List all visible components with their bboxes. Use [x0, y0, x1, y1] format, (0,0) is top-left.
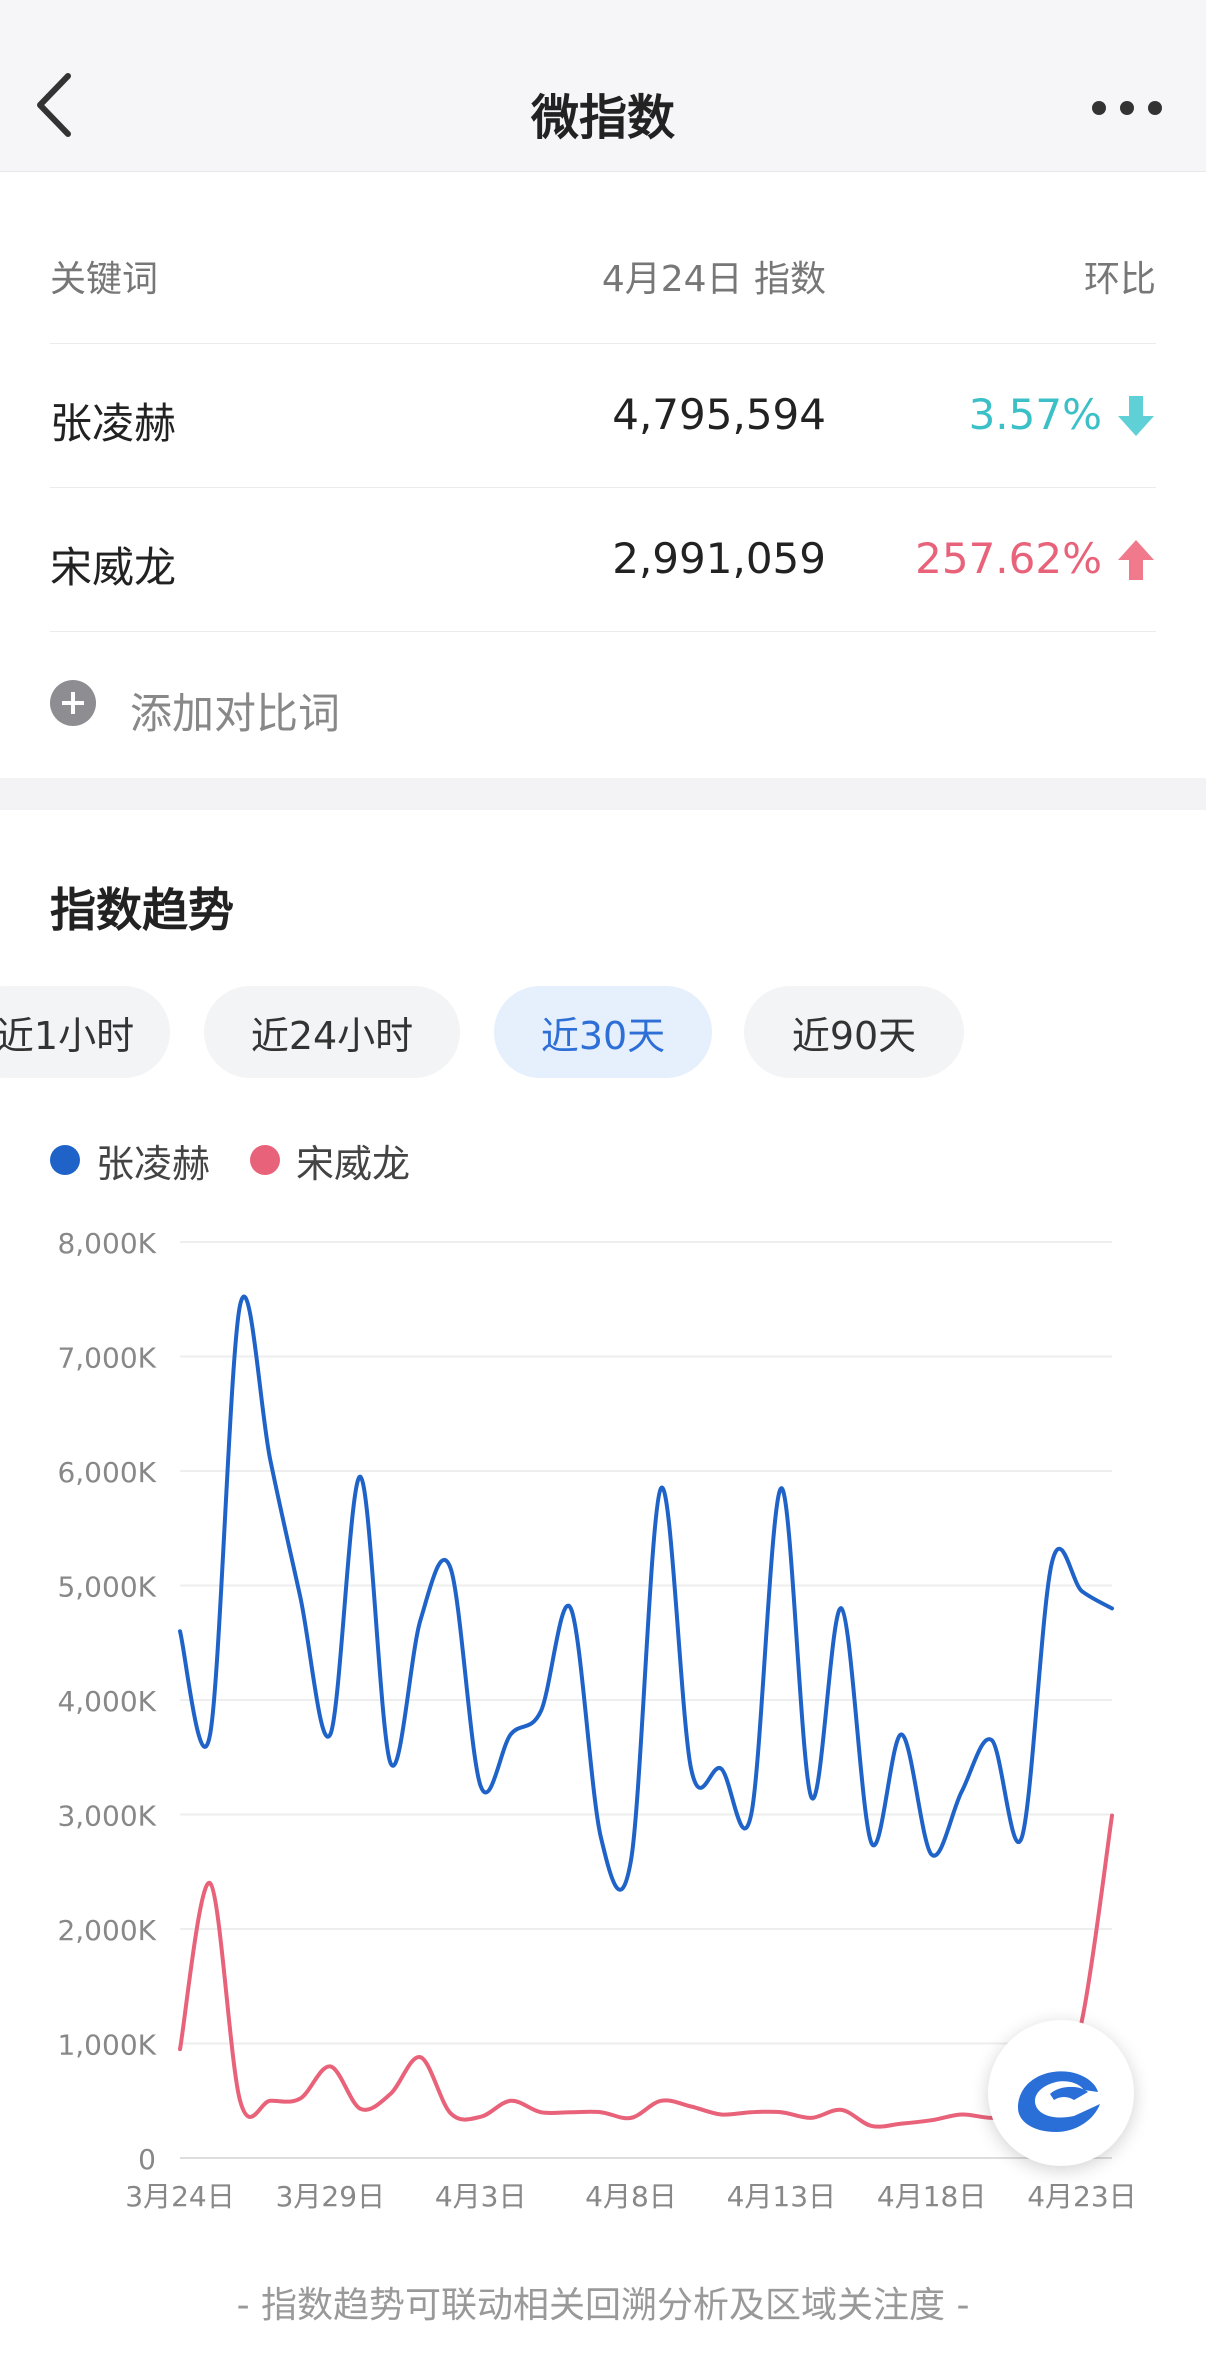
y-tick-label: 7,000K — [57, 1342, 156, 1375]
x-tick-label: 3月29日 — [276, 2180, 385, 2213]
weibo-logo-icon — [1018, 2071, 1100, 2132]
arrow-down-icon — [1118, 396, 1154, 436]
y-tick-label: 3,000K — [57, 1800, 156, 1833]
x-tick-label: 4月23日 — [1027, 2180, 1136, 2213]
trend-section-title: 指数趋势 — [50, 883, 234, 937]
keyword-change: 257.62% — [915, 534, 1102, 583]
legend-dot — [50, 1145, 80, 1175]
table-header: 关键词 4月24日 指数 环比 — [50, 172, 1156, 344]
series-line-2 — [178, 1813, 1114, 2129]
section-divider — [0, 778, 1206, 810]
keyword-index-value: 2,991,059 — [612, 534, 826, 583]
y-tick-label: 2,000K — [57, 1914, 156, 1947]
arrow-up-icon — [1118, 540, 1154, 580]
keyword-row[interactable]: 张凌赫 4,795,594 3.57% — [50, 344, 1156, 488]
more-dot — [1120, 101, 1134, 115]
tab-1-hour[interactable]: 近1小时 — [0, 986, 170, 1078]
keyword-change: 3.57% — [968, 390, 1102, 439]
y-tick-label: 6,000K — [57, 1456, 156, 1489]
keyword-name: 宋威龙 — [50, 543, 177, 592]
col-keyword-header: 关键词 — [50, 259, 159, 300]
y-tick-label: 1,000K — [57, 2029, 156, 2062]
y-tick-label: 4,000K — [57, 1685, 156, 1718]
chart-footnote: - 指数趋势可联动相关回溯分析及区域关注度 - — [236, 2285, 970, 2326]
legend-label[interactable]: 张凌赫 — [96, 1133, 210, 1188]
legend-label: 宋威龙 — [296, 1141, 411, 1186]
x-tick-label: 4月18日 — [877, 2180, 986, 2213]
tab-24-hours[interactable]: 近24小时 — [204, 986, 460, 1078]
col-change-header: 环比 — [1083, 259, 1156, 300]
chart-legend: 张凌赫 宋威龙 — [50, 1136, 450, 1186]
x-tick-label: 4月8日 — [585, 2180, 677, 2213]
x-tick-label: 4月3日 — [435, 2180, 527, 2213]
weibo-index-logo-button[interactable] — [988, 2020, 1134, 2166]
col-index-header: 4月24日 指数 — [601, 259, 826, 300]
y-tick-label: 0 — [138, 2143, 156, 2176]
page-title: 微指数 — [530, 90, 675, 146]
add-compare-word-label: 添加对比词 — [130, 689, 341, 738]
x-tick-label: 4月13日 — [727, 2180, 836, 2213]
x-tick-label: 3月24日 — [125, 2180, 234, 2213]
more-dot — [1092, 101, 1106, 115]
more-dot — [1148, 101, 1162, 115]
tab-90-days[interactable]: 近90天 — [744, 986, 964, 1078]
y-tick-label: 8,000K — [57, 1227, 156, 1260]
series-line-1 — [178, 1294, 1114, 1892]
time-range-tabs: 近1小时 近24小时 近30天 近90天 — [0, 986, 1206, 1078]
keyword-name: 张凌赫 — [50, 399, 177, 448]
keyword-table: 关键词 4月24日 指数 环比 张凌赫 4,795,594 3.57% 宋威龙 … — [50, 172, 1156, 774]
more-options-icon[interactable] — [1092, 96, 1162, 120]
keyword-index-value: 4,795,594 — [612, 390, 826, 439]
keyword-row[interactable]: 宋威龙 2,991,059 257.62% — [50, 488, 1156, 632]
plus-circle-icon — [50, 680, 96, 726]
top-bar: 微指数 — [0, 0, 1206, 172]
legend-dot — [250, 1145, 281, 1175]
add-compare-word-button[interactable]: 添加对比词 — [50, 632, 1156, 774]
y-tick-label: 5,000K — [57, 1571, 156, 1604]
tab-30-days[interactable]: 近30天 — [494, 986, 712, 1078]
